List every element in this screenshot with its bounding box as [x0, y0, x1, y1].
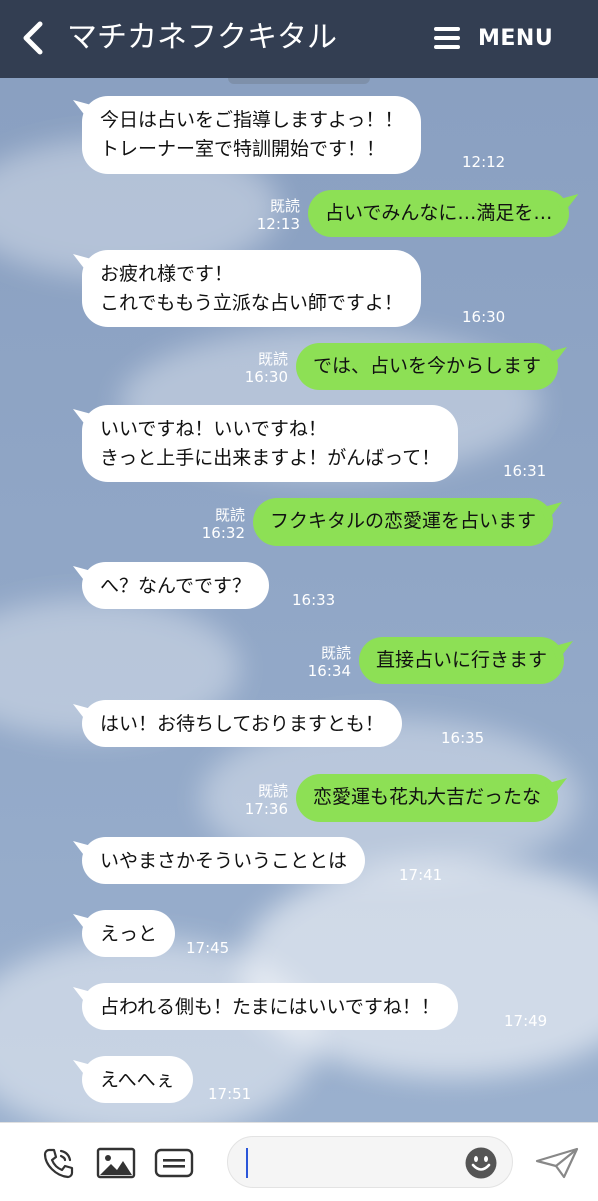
incoming-message: 今日は占いをご指導しますよっ！！ トレーナー室で特訓開始です！！: [82, 96, 422, 174]
back-button[interactable]: [12, 16, 56, 60]
message-time: 17:36: [244, 800, 288, 818]
message-time: 17:49: [504, 1012, 548, 1030]
message-time: 12:12: [462, 153, 506, 171]
message-time: 16:32: [201, 524, 245, 542]
message-meta: 既読 17:36: [224, 782, 288, 818]
avatar[interactable]: [6, 406, 68, 468]
chevron-left-icon: [23, 21, 43, 55]
message-meta: 既読 16:32: [181, 506, 245, 542]
message-time: 16:33: [292, 591, 336, 609]
message-input-bar: [0, 1122, 598, 1201]
message-input[interactable]: [227, 1136, 513, 1188]
keyboard-icon: [154, 1148, 194, 1178]
avatar[interactable]: [6, 1054, 68, 1116]
avatar[interactable]: [6, 980, 68, 1042]
message-meta: 既読 16:30: [224, 350, 288, 386]
read-receipt: 既読: [257, 782, 288, 800]
send-icon: [535, 1147, 579, 1179]
read-receipt: 既読: [214, 506, 245, 524]
emoji-button[interactable]: [464, 1146, 498, 1180]
incoming-message: はい！お待ちしておりますとも！: [82, 700, 402, 747]
avatar[interactable]: [6, 100, 68, 162]
keyboard-toggle-button[interactable]: [154, 1143, 194, 1183]
message-time: 16:35: [441, 729, 485, 747]
call-button[interactable]: [38, 1143, 78, 1183]
message-text: へ？なんでです？: [100, 575, 252, 597]
message-time: 17:41: [399, 866, 443, 884]
outgoing-message: 直接占いに行きます: [359, 637, 565, 684]
message-text: はい！お待ちしておりますとも！: [100, 713, 384, 735]
message-text: えっと: [100, 923, 158, 945]
message-time: 17:51: [208, 1085, 252, 1103]
chat-title: マチカネフクキタル: [67, 20, 337, 55]
message-time: 16:31: [503, 462, 547, 480]
scroll-indicator: [228, 78, 370, 84]
avatar[interactable]: [6, 560, 68, 622]
avatar[interactable]: [6, 252, 68, 314]
outgoing-message: 占いでみんなに…満足を…: [308, 190, 570, 237]
menu-button[interactable]: MENU: [432, 18, 553, 58]
read-receipt: 既読: [269, 197, 300, 215]
read-receipt: 既読: [320, 644, 351, 662]
message-time: 17:45: [186, 939, 230, 957]
message-time: 16:30: [244, 368, 288, 386]
message-text: いやまさかそういうこととは: [100, 850, 348, 872]
message-text: では、占いを今からします: [313, 355, 542, 377]
message-time: 16:30: [462, 308, 506, 326]
message-time: 12:13: [256, 215, 300, 233]
message-text: 直接占いに行きます: [376, 649, 548, 671]
menu-label: MENU: [478, 25, 554, 51]
message-meta: 既読 16:34: [287, 644, 351, 680]
incoming-message: えっと: [82, 910, 176, 957]
message-meta: 既読 12:13: [236, 197, 300, 233]
message-text: お疲れ様です！ これでももう立派な占い師ですよ！: [100, 263, 403, 314]
chat-header: マチカネフクキタル MENU: [0, 0, 598, 78]
incoming-message: えへへぇ: [82, 1056, 193, 1103]
outgoing-message: 恋愛運も花丸大吉だったな: [296, 774, 559, 822]
emoji-icon: [465, 1147, 497, 1179]
avatar[interactable]: [6, 836, 68, 898]
message-text: 占いでみんなに…満足を…: [325, 202, 553, 224]
incoming-message: 占われる側も！たまにはいいですね！！: [82, 983, 458, 1030]
message-text: 恋愛運も花丸大吉だったな: [313, 786, 542, 808]
message-text: 今日は占いをご指導しますよっ！！ トレーナー室で特訓開始です！！: [100, 109, 404, 160]
image-icon: [96, 1147, 136, 1179]
message-text: えへへぇ: [100, 1069, 175, 1091]
avatar[interactable]: [6, 908, 68, 970]
outgoing-message: では、占いを今からします: [296, 343, 559, 390]
message-text: いいですね！いいですね！ きっと上手に出来ますよ！がんばって！: [100, 418, 441, 469]
incoming-message: お疲れ様です！ これでももう立派な占い師ですよ！: [82, 250, 421, 327]
chat-area[interactable]: 今日は占いをご指導しますよっ！！ トレーナー室で特訓開始です！！ 12:12 既…: [0, 78, 598, 1122]
message-text: 占われる側も！たまにはいいですね！！: [100, 996, 440, 1018]
message-time: 16:34: [307, 662, 351, 680]
avatar[interactable]: [6, 698, 68, 760]
phone-icon: [43, 1148, 74, 1179]
text-caret: [246, 1148, 248, 1178]
send-button[interactable]: [534, 1143, 580, 1183]
hamburger-icon: [434, 27, 460, 49]
message-text: フクキタルの恋愛運を占います: [270, 510, 537, 532]
incoming-message: へ？なんでです？: [82, 562, 270, 609]
photo-button[interactable]: [96, 1143, 136, 1183]
outgoing-message: フクキタルの恋愛運を占います: [253, 498, 554, 546]
incoming-message: いいですね！いいですね！ きっと上手に出来ますよ！がんばって！: [82, 405, 459, 482]
incoming-message: いやまさかそういうこととは: [82, 837, 366, 884]
read-receipt: 既読: [257, 350, 288, 368]
